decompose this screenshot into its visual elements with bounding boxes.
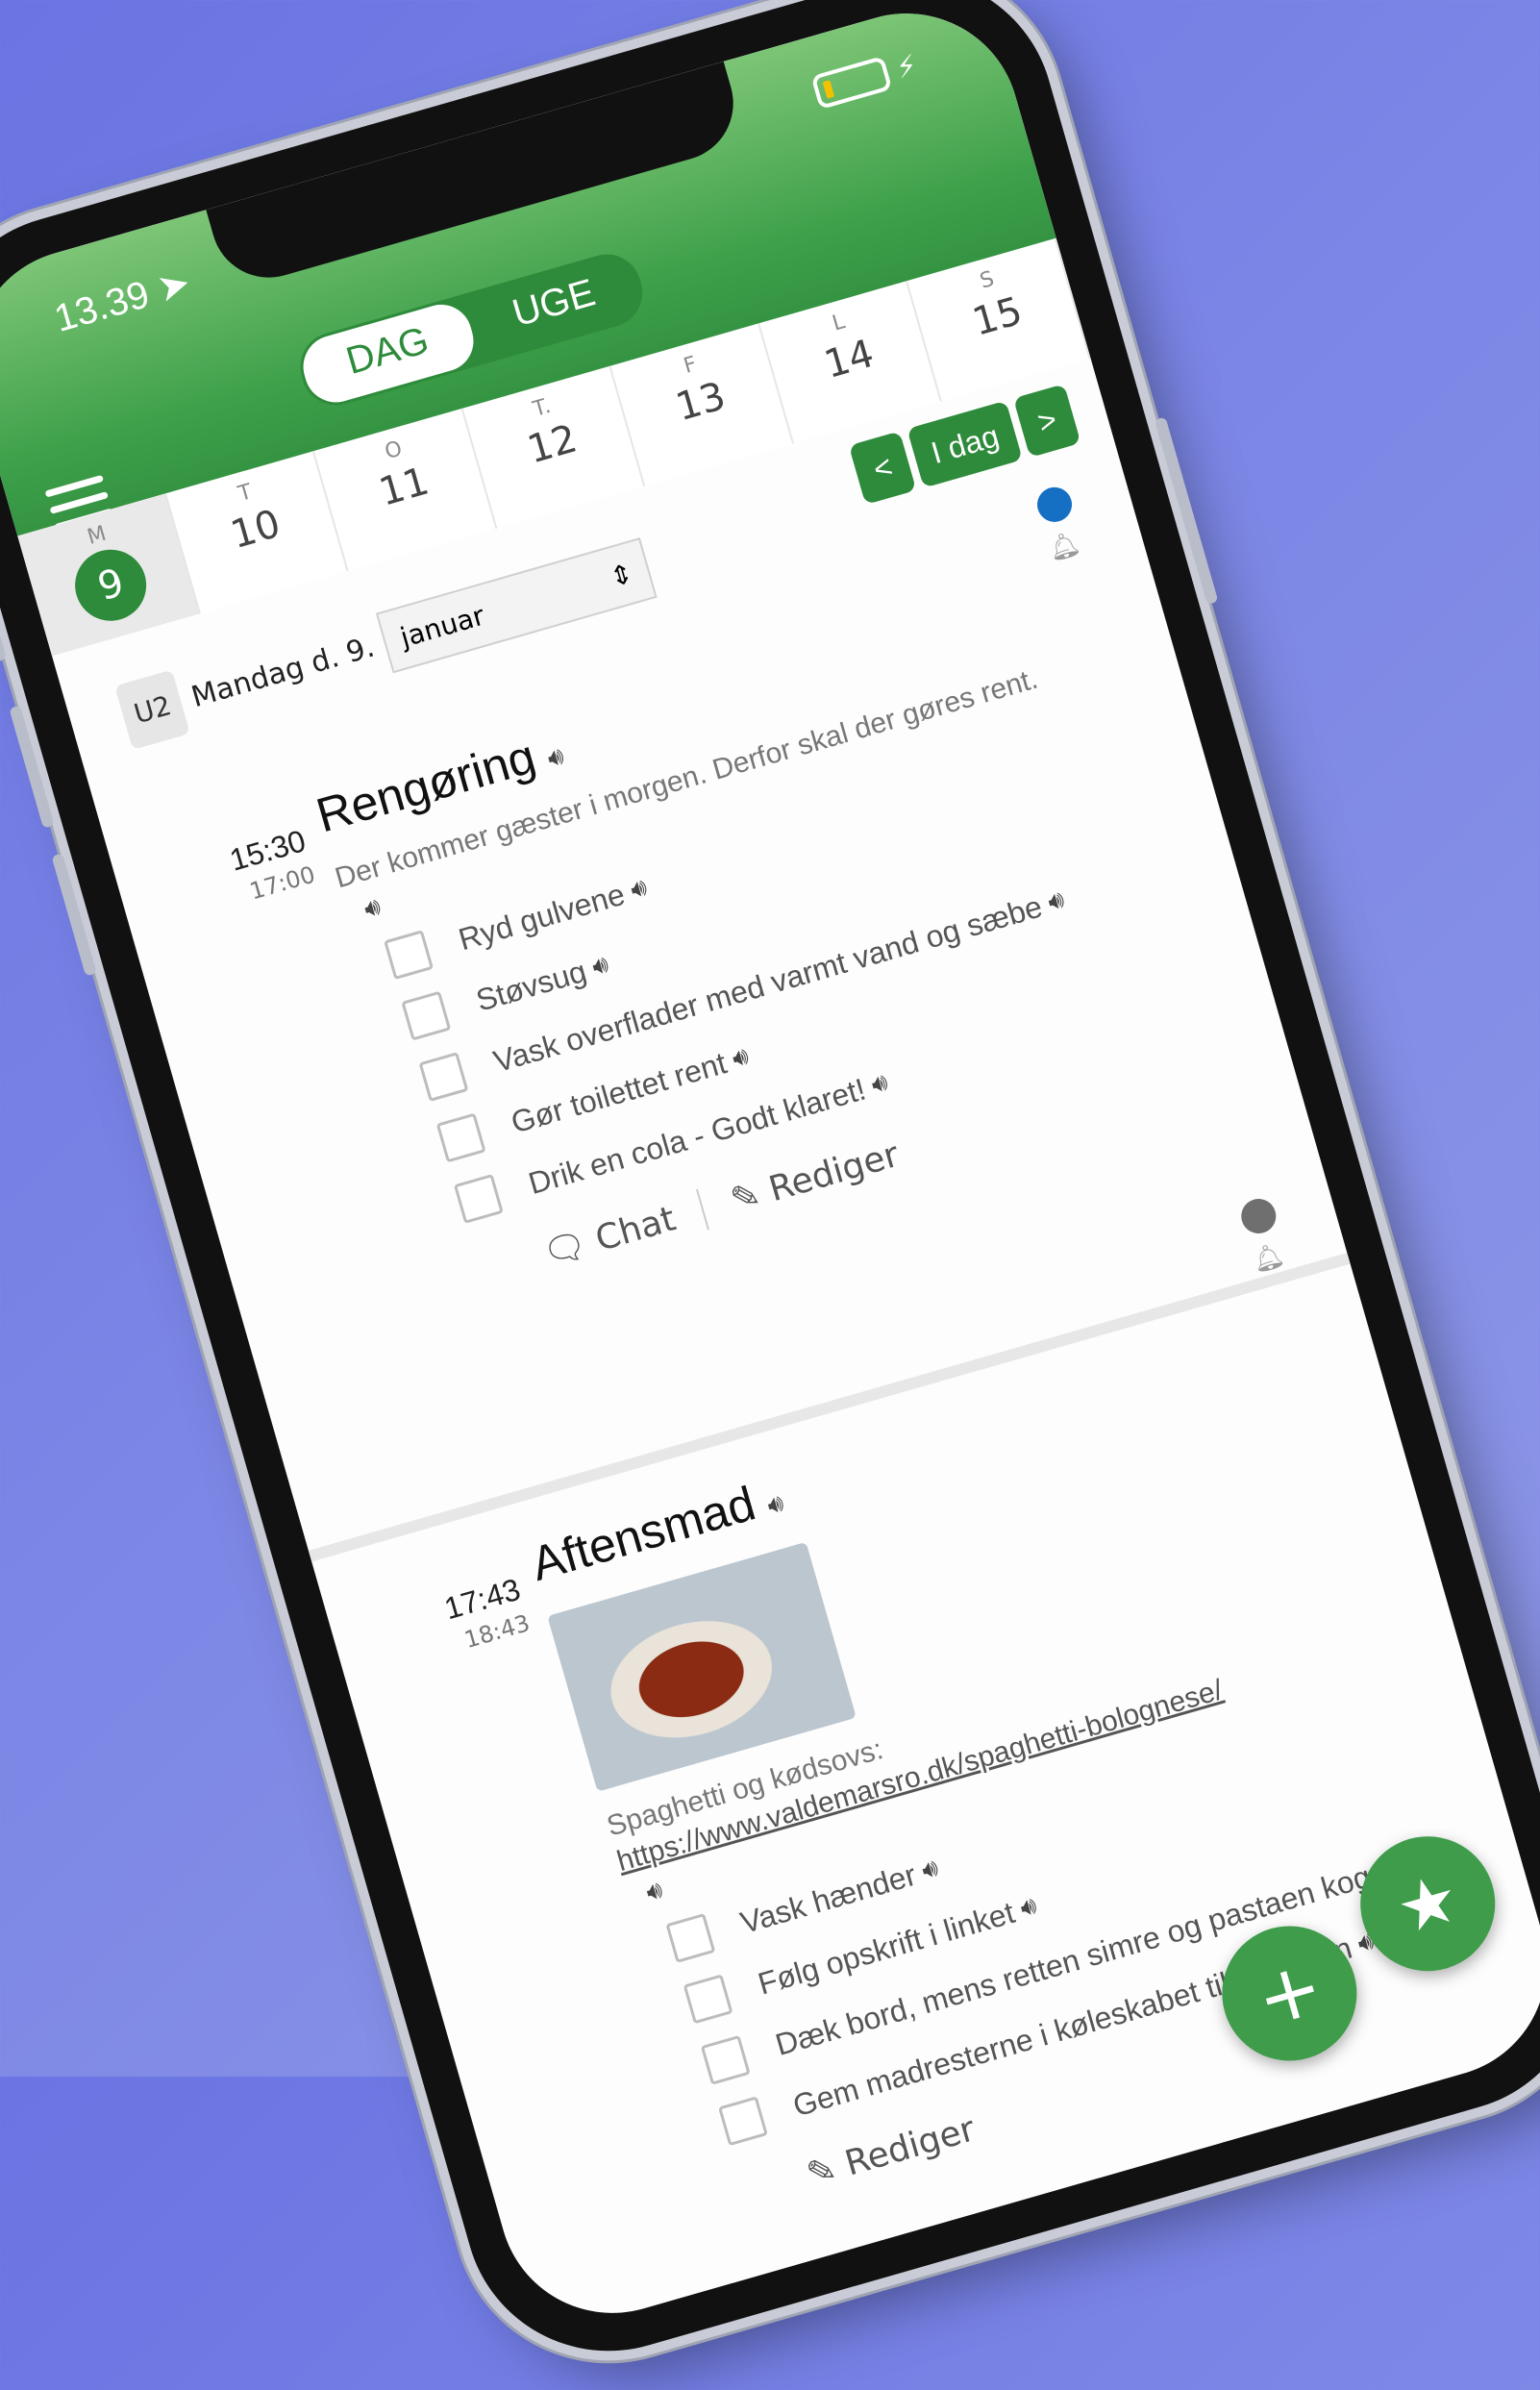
subtask-checkbox[interactable]: [700, 2034, 751, 2085]
edit-label: Rediger: [840, 2109, 980, 2184]
speaker-icon[interactable]: 🔊︎: [764, 1488, 787, 1520]
task-body: Rengøring 🔊︎ Der kommer gæster i morgen.…: [310, 566, 1237, 1302]
speaker-icon[interactable]: 🔊︎: [627, 872, 651, 906]
updown-chevron-icon: ⇕: [606, 557, 637, 594]
chat-label: Chat: [591, 1199, 681, 1259]
task-times: 15:30 17:00: [198, 823, 318, 916]
edit-icon: ✎: [726, 1174, 765, 1221]
subtask-checkbox[interactable]: [401, 990, 452, 1041]
next-day-button[interactable]: >: [1013, 384, 1081, 458]
volume-up-button: [9, 705, 55, 829]
subtask-checkbox[interactable]: [435, 1112, 486, 1163]
month-select-value: januar: [396, 599, 488, 654]
phone-frame: 13.39 ➤ ⚡ DAG UGE M 9 T 10 O 11 T. 12 F …: [0, 0, 1540, 2385]
power-button: [1154, 416, 1219, 606]
speaker-icon[interactable]: 🔊︎: [588, 949, 612, 983]
chat-button[interactable]: 🗨︎ Chat: [538, 1198, 680, 1274]
prev-day-button[interactable]: <: [849, 431, 917, 505]
speaker-icon[interactable]: 🔊︎: [1017, 1890, 1041, 1924]
action-separator: [696, 1188, 710, 1231]
speaker-icon[interactable]: 🔊︎: [642, 1875, 665, 1906]
task-card: 17:43 18:43 Aftensmad 🔊︎ Spaghetti og kø…: [322, 1299, 1422, 2195]
chat-icon: 🗨︎: [538, 1224, 592, 1275]
speaker-icon[interactable]: 🔊︎: [360, 891, 384, 923]
task-color-dot: [1237, 1194, 1280, 1238]
volume-down-button: [51, 853, 97, 977]
task-times: 17:43 18:43: [412, 1572, 533, 1665]
subtask-checkbox[interactable]: [418, 1052, 469, 1103]
mute-switch: [0, 594, 8, 662]
week-number-badge: U2: [114, 669, 191, 750]
speaker-icon[interactable]: 🔊︎: [1044, 884, 1068, 918]
task-color-dot: [1032, 483, 1077, 527]
today-button[interactable]: I dag: [907, 400, 1024, 488]
speaker-icon[interactable]: 🔊︎: [544, 741, 567, 773]
app-screen: 13.39 ➤ ⚡ DAG UGE M 9 T 10 O 11 T. 12 F …: [0, 0, 1540, 2340]
edit-label: Rediger: [764, 1134, 904, 1209]
subtask-checkbox[interactable]: [665, 1912, 716, 1963]
date-label: Mandag d. 9.: [187, 630, 379, 715]
subtask-checkbox[interactable]: [683, 1974, 733, 2025]
speaker-icon[interactable]: 🔊︎: [918, 1853, 942, 1886]
speaker-icon[interactable]: 🔊︎: [868, 1067, 892, 1101]
subtask-checkbox[interactable]: [453, 1173, 504, 1224]
subtask-checkbox[interactable]: [384, 930, 435, 981]
bell-icon[interactable]: 🔔︎: [1045, 529, 1083, 565]
edit-icon: ✎: [802, 2149, 841, 2196]
subtask-checkbox[interactable]: [717, 2096, 768, 2147]
month-select[interactable]: januar ⇕: [376, 536, 658, 674]
speaker-icon[interactable]: 🔊︎: [729, 1041, 753, 1075]
day-number: 9: [66, 540, 156, 630]
